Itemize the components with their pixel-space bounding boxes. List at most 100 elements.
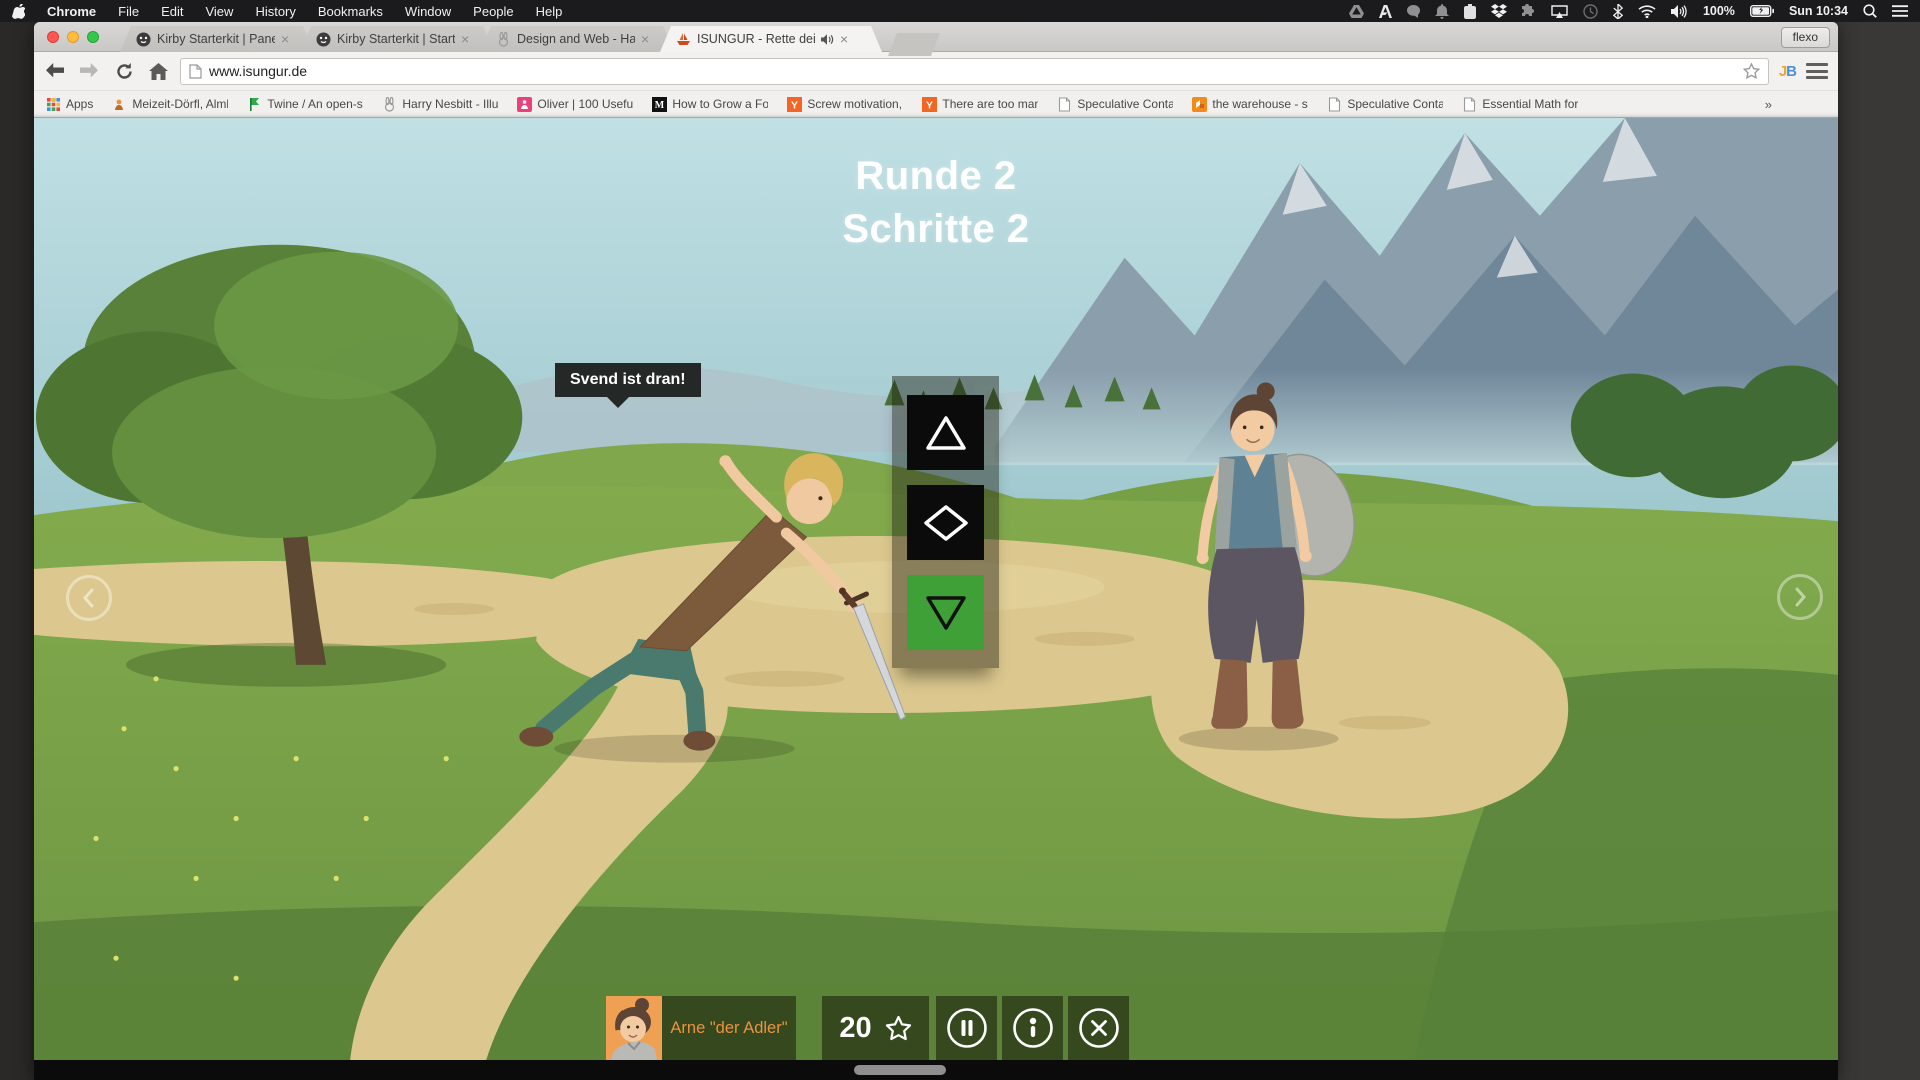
info-button[interactable]: [1002, 996, 1063, 1060]
player-avatar: [606, 996, 662, 1060]
nav-next-button[interactable]: [1777, 574, 1823, 620]
tab-harry-nesbitt[interactable]: Design and Web - Harry Ne ×: [480, 26, 674, 52]
airplay-display-icon[interactable]: [1551, 5, 1568, 18]
window-controls: [47, 31, 99, 43]
bookmark-hn-too-many[interactable]: Y There are too many s: [922, 97, 1038, 112]
menu-bookmarks[interactable]: Bookmarks: [318, 4, 383, 19]
page-scrollbar-thumb[interactable]: [854, 1065, 946, 1075]
back-button[interactable]: [44, 59, 68, 83]
bookmark-hn-screw-motivation[interactable]: Y Screw motivation, wh: [787, 97, 903, 112]
zoom-window-button[interactable]: [87, 31, 99, 43]
svg-text:M: M: [655, 100, 665, 111]
game-hud: Arne "der Adler" 20: [34, 996, 1838, 1060]
tab-label: ISUNGUR - Rette dein V: [697, 32, 815, 46]
menu-people[interactable]: People: [473, 4, 513, 19]
action-diamond-button[interactable]: [907, 485, 984, 560]
menu-view[interactable]: View: [205, 4, 233, 19]
page-scrollbar-track[interactable]: [34, 1060, 1838, 1080]
bookmark-warehouse[interactable]: the warehouse - sou: [1192, 97, 1308, 112]
page-favicon: [1327, 97, 1342, 112]
action-triangle-up-button[interactable]: [907, 395, 984, 470]
tab-close-icon[interactable]: ×: [641, 32, 649, 46]
bell-icon[interactable]: [1435, 4, 1449, 19]
bookmark-speculative-2[interactable]: Speculative Contacts: [1327, 97, 1443, 112]
steps-label: Schritte 2: [34, 203, 1838, 256]
url-input[interactable]: [209, 63, 1736, 79]
warehouse-favicon: [1192, 97, 1207, 112]
nav-previous-button[interactable]: [66, 575, 112, 621]
bookmark-star-icon[interactable]: [1743, 63, 1760, 79]
svg-text:Y: Y: [926, 99, 933, 111]
bookmark-meizeit[interactable]: Meizeit-Dörfl, Almhüt: [112, 97, 228, 112]
chrome-menu-icon[interactable]: [1806, 63, 1828, 79]
tab-label: Kirby Starterkit | Panel | Sta: [157, 32, 275, 46]
menubar-clock[interactable]: Sun 10:34: [1789, 4, 1848, 18]
forward-button[interactable]: [78, 59, 102, 83]
tab-isungur-active[interactable]: ISUNGUR - Rette dein V ×: [660, 26, 882, 52]
bookmark-apps[interactable]: Apps: [46, 97, 93, 112]
action-triangle-down-button[interactable]: [907, 575, 984, 650]
adobe-a-icon[interactable]: [1379, 5, 1392, 18]
macos-menu-bar: Chrome File Edit View History Bookmarks …: [0, 0, 1920, 22]
bookmark-oliver[interactable]: Oliver | 100 Useful U: [517, 97, 633, 112]
ycombinator-favicon: Y: [787, 97, 802, 112]
tab-kirby-startseite[interactable]: Kirby Starterkit | Startseite ×: [300, 26, 494, 52]
bookmark-harry-nesbitt[interactable]: Harry Nesbitt - Illustr: [382, 97, 498, 112]
clipboard-icon[interactable]: [1464, 4, 1476, 19]
score-panel[interactable]: 20: [822, 996, 929, 1060]
meizeit-favicon: [112, 97, 127, 112]
close-window-button[interactable]: [47, 31, 59, 43]
tab-audio-icon[interactable]: [821, 34, 834, 45]
tab-label: Design and Web - Harry Ne: [517, 32, 635, 46]
score-star-icon: [885, 1015, 912, 1041]
bookmark-twine[interactable]: Twine / An open-sou: [247, 97, 363, 112]
menu-edit[interactable]: Edit: [161, 4, 183, 19]
notification-center-icon[interactable]: [1892, 5, 1908, 17]
reload-button[interactable]: [112, 59, 136, 83]
bookmark-medium[interactable]: M How to Grow a Fores: [652, 97, 768, 112]
bookmark-essential-math[interactable]: Essential Math for G: [1462, 97, 1578, 112]
pause-button[interactable]: [936, 996, 997, 1060]
tab-close-icon[interactable]: ×: [461, 32, 469, 46]
address-bar[interactable]: [180, 58, 1769, 85]
chrome-window: Kirby Starterkit | Panel | Sta × Kirby S…: [34, 22, 1838, 1080]
menu-file[interactable]: File: [118, 4, 139, 19]
player-portrait: [606, 996, 662, 1060]
action-panel: [892, 376, 999, 668]
bluetooth-icon[interactable]: [1613, 4, 1623, 19]
jb-extension-icon[interactable]: JB: [1779, 63, 1796, 80]
tab-close-icon[interactable]: ×: [840, 32, 848, 46]
page-icon: [189, 64, 202, 79]
bookmark-speculative-1[interactable]: Speculative Contacts: [1057, 97, 1173, 112]
tab-kirby-panel[interactable]: Kirby Starterkit | Panel | Sta ×: [120, 26, 314, 52]
oliver-favicon: [517, 97, 532, 112]
chat-bubble-icon[interactable]: [1407, 5, 1420, 18]
spotlight-search-icon[interactable]: [1863, 4, 1877, 18]
volume-icon[interactable]: [1671, 5, 1688, 18]
google-drive-icon[interactable]: [1349, 5, 1364, 18]
menu-help[interactable]: Help: [536, 4, 563, 19]
minimize-window-button[interactable]: [67, 31, 79, 43]
puzzle-extension-icon[interactable]: [1522, 4, 1536, 18]
home-button[interactable]: [146, 59, 170, 83]
battery-percent: 100%: [1703, 4, 1735, 18]
new-tab-button[interactable]: [888, 33, 940, 56]
wifi-icon[interactable]: [1638, 5, 1656, 18]
menu-history[interactable]: History: [255, 4, 295, 19]
menu-app-name[interactable]: Chrome: [47, 4, 96, 19]
pause-icon: [946, 1007, 988, 1049]
kirby-favicon: [316, 32, 331, 47]
tab-close-icon[interactable]: ×: [281, 32, 289, 46]
ship-favicon: [676, 32, 691, 47]
exit-button[interactable]: [1068, 996, 1129, 1060]
round-label: Runde 2: [34, 150, 1838, 203]
menu-window[interactable]: Window: [405, 4, 451, 19]
tab-label: Kirby Starterkit | Startseite: [337, 32, 455, 46]
score-value: 20: [839, 1012, 871, 1045]
page-content: Runde 2 Schritte 2 Svend ist dran!: [34, 118, 1838, 1080]
dropbox-icon[interactable]: [1491, 4, 1507, 18]
profile-button[interactable]: flexo: [1781, 27, 1830, 48]
bookmarks-overflow-chevron[interactable]: »: [1765, 97, 1826, 112]
apple-menu-icon[interactable]: [12, 4, 25, 19]
time-machine-icon[interactable]: [1583, 4, 1598, 19]
